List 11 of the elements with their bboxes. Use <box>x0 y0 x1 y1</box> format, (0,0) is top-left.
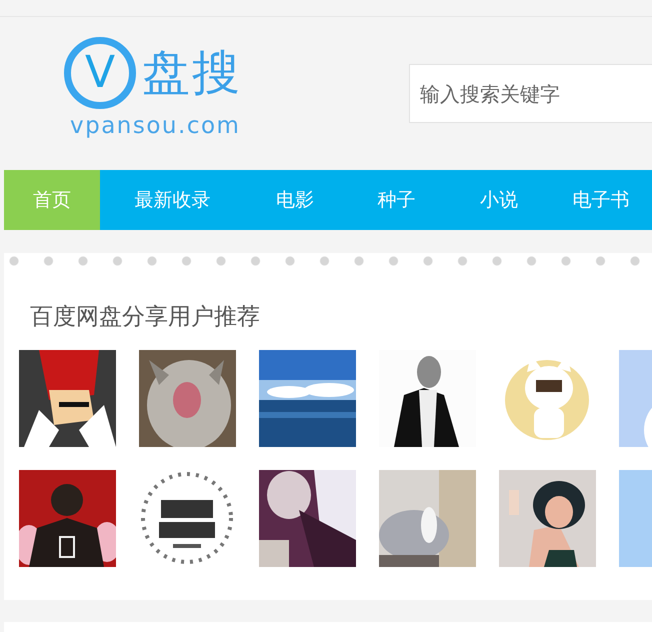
logo-domain: vpansou.com <box>70 115 240 138</box>
search-field[interactable]: 输入搜索关键字 <box>409 64 652 123</box>
nav-tab[interactable]: 小说 <box>448 170 550 230</box>
section-title: 百度网盘分享用户推荐 <box>30 303 260 332</box>
logo-mark: V <box>64 37 136 109</box>
nav-tab[interactable]: 电子书 <box>550 170 652 230</box>
nav-tab[interactable]: 最新收录 <box>100 170 245 230</box>
nav-tab[interactable]: 首页 <box>4 170 100 230</box>
logo-text: 盘搜 <box>142 49 242 97</box>
nav-tab[interactable]: 种子 <box>345 170 448 230</box>
nav-tab[interactable]: 电影 <box>245 170 345 230</box>
